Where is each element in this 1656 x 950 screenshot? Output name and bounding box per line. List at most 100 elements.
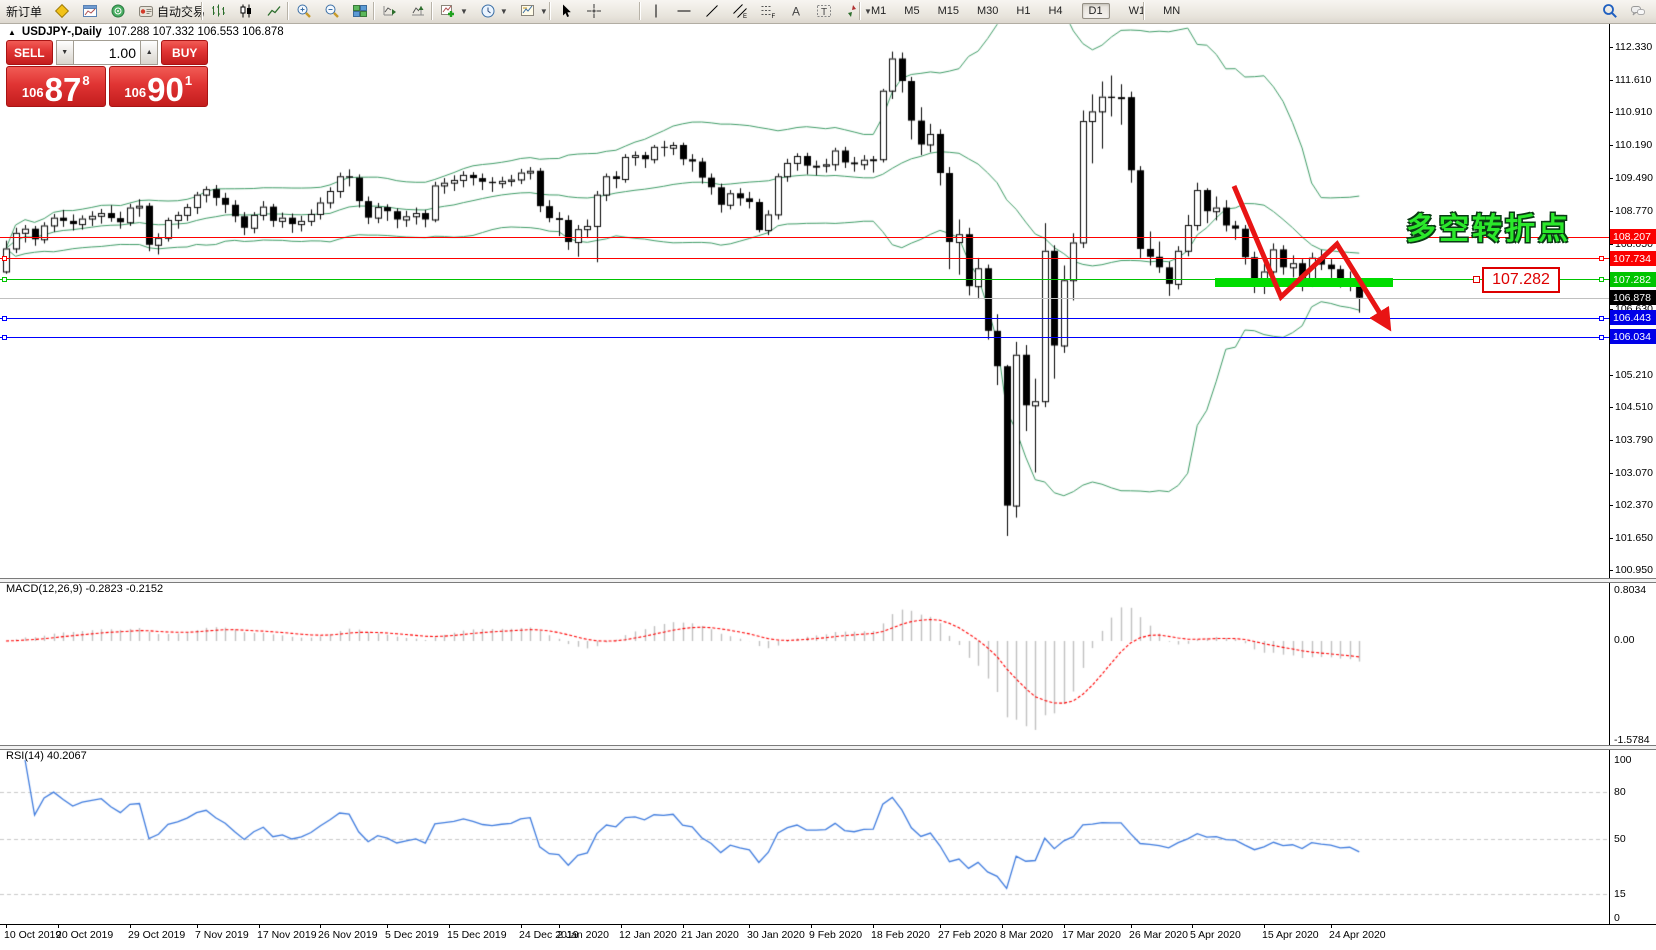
toolbar-separator xyxy=(859,2,861,20)
price-axis-tick-label: 105.210 xyxy=(1615,369,1655,381)
price-axis-tick xyxy=(1609,145,1613,146)
candlestick-chart-canvas[interactable] xyxy=(0,0,1656,950)
chart-symbol-label: USDJPY-,Daily xyxy=(22,26,102,38)
line-handle-right[interactable] xyxy=(1599,256,1604,261)
line-handle-left[interactable] xyxy=(2,316,7,321)
date-axis-label: 5 Dec 2019 xyxy=(385,929,439,941)
periods-dropdown-caret[interactable]: ▼ xyxy=(500,7,508,16)
price-axis-tick xyxy=(1609,211,1613,212)
mt4-terminal-window: 新订单 自动交易 xyxy=(0,0,1656,950)
tile-windows-icon[interactable] xyxy=(348,0,372,22)
timeframe-button-w1[interactable]: W1 xyxy=(1122,3,1153,19)
autotrading-button[interactable]: 自动交易 xyxy=(134,0,209,22)
toolbar-separator xyxy=(639,2,641,20)
horizontal-line-icon[interactable] xyxy=(672,0,696,22)
line-handle-left[interactable] xyxy=(2,256,7,261)
date-axis-label: 7 Nov 2019 xyxy=(195,929,249,941)
line-handle-left[interactable] xyxy=(2,335,7,340)
toolbar-group-right xyxy=(1598,0,1650,22)
bar-chart-icon[interactable] xyxy=(206,0,230,22)
turning-point-annotation[interactable]: 多空转折点 xyxy=(1406,204,1571,248)
timeframe-button-d1[interactable]: D1 xyxy=(1082,3,1110,19)
date-axis-label: 27 Feb 2020 xyxy=(938,929,997,941)
date-axis-label: 29 Oct 2019 xyxy=(128,929,185,941)
price-axis-tick-label: 109.490 xyxy=(1615,172,1655,184)
toolbar-group-zoom xyxy=(292,0,372,22)
date-axis-tick xyxy=(449,924,450,928)
chart-shift-icon[interactable] xyxy=(406,0,430,22)
trendline-icon[interactable] xyxy=(700,0,724,22)
timeframe-button-m1[interactable]: M1 xyxy=(864,3,893,19)
indicators-add-icon[interactable]: ▼ xyxy=(436,0,472,22)
support-zone-bar[interactable] xyxy=(1215,278,1393,287)
line-handle-left[interactable] xyxy=(2,277,7,282)
horizontal-price-line[interactable] xyxy=(0,237,1609,238)
chat-icon[interactable] xyxy=(1626,0,1650,22)
price-axis-tick xyxy=(1609,440,1613,441)
buy-button[interactable]: BUY xyxy=(161,40,208,65)
sell-price-prefix: 106 xyxy=(22,86,44,99)
timeframe-button-m15[interactable]: M15 xyxy=(931,3,966,19)
spin-up-icon: ▲ xyxy=(146,49,153,56)
periods-clock-icon[interactable]: ▼ xyxy=(476,0,512,22)
date-axis-label: 24 Apr 2020 xyxy=(1329,929,1386,941)
bid-price-line[interactable] xyxy=(0,298,1609,299)
zoom-in-icon[interactable] xyxy=(292,0,316,22)
vertical-line-icon[interactable] xyxy=(644,0,668,22)
text-icon[interactable]: A xyxy=(784,0,808,22)
templates-icon[interactable]: ▼ xyxy=(516,0,552,22)
rsi-panel-separator[interactable] xyxy=(0,745,1656,750)
cursor-icon[interactable] xyxy=(554,0,578,22)
timeframe-button-m5[interactable]: M5 xyxy=(897,3,926,19)
price-badge: 108.207 xyxy=(1610,229,1656,244)
zoom-out-icon[interactable] xyxy=(320,0,344,22)
fibonacci-icon[interactable]: F xyxy=(756,0,780,22)
callout-handle[interactable] xyxy=(1473,276,1480,283)
volume-increase-button[interactable]: ▲ xyxy=(140,40,158,65)
rsi-axis-label: 50 xyxy=(1614,833,1626,845)
line-handle-right[interactable] xyxy=(1599,335,1604,340)
new-order-button[interactable]: 新订单 xyxy=(2,0,46,22)
timeframe-button-m30[interactable]: M30 xyxy=(970,3,1005,19)
date-axis-tick xyxy=(1264,924,1265,928)
search-icon[interactable] xyxy=(1598,0,1622,22)
timeframe-button-h4[interactable]: H4 xyxy=(1041,3,1069,19)
templates-dropdown-caret[interactable]: ▼ xyxy=(540,7,548,16)
auto-scroll-icon[interactable] xyxy=(378,0,402,22)
collapse-triangle-icon[interactable]: ▲ xyxy=(8,28,16,37)
signals-icon[interactable] xyxy=(106,0,130,22)
text-label-icon[interactable]: T xyxy=(812,0,836,22)
price-axis-tick-label: 102.370 xyxy=(1615,499,1655,511)
metaeditor-icon[interactable] xyxy=(50,0,74,22)
price-callout-label[interactable]: 107.282 xyxy=(1482,267,1560,293)
sell-button[interactable]: SELL xyxy=(6,40,53,65)
price-axis-tick-label: 100.950 xyxy=(1615,564,1655,576)
line-handle-right[interactable] xyxy=(1599,277,1604,282)
sell-price-display[interactable]: 106 87 8 xyxy=(6,66,106,107)
timeframe-button-h1[interactable]: H1 xyxy=(1009,3,1037,19)
horizontal-price-line[interactable] xyxy=(0,258,1609,259)
equidistant-channel-icon[interactable]: E xyxy=(728,0,752,22)
volume-decrease-button[interactable]: ▼ xyxy=(56,40,74,65)
toolbar-separator xyxy=(1143,2,1145,20)
date-axis-tick xyxy=(320,924,321,928)
date-axis-tick xyxy=(1331,924,1332,928)
charts-window-icon[interactable] xyxy=(78,0,102,22)
line-chart-icon[interactable] xyxy=(262,0,286,22)
buy-price-display[interactable]: 106 90 1 xyxy=(109,66,209,107)
toolbar-group-cursor xyxy=(554,0,606,22)
volume-input[interactable] xyxy=(74,40,140,65)
horizontal-price-line[interactable] xyxy=(0,318,1609,319)
date-axis-tick xyxy=(521,924,522,928)
indicators-dropdown-caret[interactable]: ▼ xyxy=(460,7,468,16)
sell-price-sup: 8 xyxy=(82,74,89,87)
timeframe-button-mn[interactable]: MN xyxy=(1156,3,1187,19)
price-axis-tick xyxy=(1609,473,1613,474)
date-axis-tick xyxy=(683,924,684,928)
line-handle-right[interactable] xyxy=(1599,316,1604,321)
svg-text:T: T xyxy=(821,7,827,18)
macd-panel-separator[interactable] xyxy=(0,578,1656,583)
crosshair-icon[interactable] xyxy=(582,0,606,22)
horizontal-price-line[interactable] xyxy=(0,337,1609,338)
candlestick-chart-icon[interactable] xyxy=(234,0,258,22)
